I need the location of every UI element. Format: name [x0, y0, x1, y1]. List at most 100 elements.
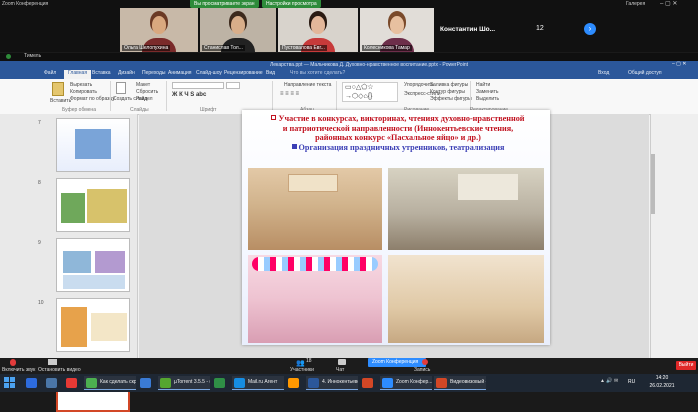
app-icon: [160, 378, 171, 388]
record-button[interactable]: Запись: [414, 367, 430, 373]
share-button[interactable]: Общий доступ: [628, 70, 662, 76]
group-label-font: Шрифт: [200, 107, 217, 113]
tab-insert[interactable]: Вставка: [92, 70, 111, 76]
zoom-meeting-title: Zoom Конференция: [2, 1, 49, 7]
taskbar-app[interactable]: [44, 376, 62, 390]
shapes-gallery[interactable]: ▭○△⬠☆ →⬡◇⌂{}: [342, 82, 398, 102]
camera-icon[interactable]: [48, 359, 57, 365]
layout-button[interactable]: Макет: [136, 82, 150, 88]
shape-outline-button[interactable]: Контур фигуры: [430, 89, 465, 95]
select-button[interactable]: Выделить: [476, 96, 499, 102]
participant-tile[interactable]: Колесникова Тамар: [360, 8, 434, 52]
tab-slideshow[interactable]: Слайд-шоу: [196, 70, 222, 76]
share-badge[interactable]: Вы просматриваете экран: [190, 0, 259, 8]
participants-icon[interactable]: 👥: [296, 359, 305, 367]
font-style-buttons[interactable]: Ж К Ч S abc: [172, 92, 206, 98]
current-slide[interactable]: Участие в конкурсах, викторинах, чтениях…: [242, 110, 550, 345]
paste-button[interactable]: Вставить: [50, 98, 71, 104]
participant-tile[interactable]: Ольга Шелопухина: [120, 8, 198, 52]
gallery-view-toggle[interactable]: Галерея: [626, 1, 645, 7]
unmute-button[interactable]: Включить звук: [2, 367, 35, 373]
slide-thumbnail[interactable]: [56, 298, 130, 352]
app-icon: [86, 378, 97, 388]
windows-start-icon[interactable]: [4, 377, 16, 389]
new-slide-icon[interactable]: [116, 82, 126, 94]
clock-date[interactable]: 26.02.2021: [646, 383, 678, 389]
language-indicator[interactable]: RU: [628, 379, 635, 385]
replace-button[interactable]: Заменить: [476, 89, 498, 95]
shape-fill-button[interactable]: Заливка фигуры: [430, 82, 468, 88]
copy-button[interactable]: Копировать: [70, 89, 97, 95]
thumb-image: [95, 251, 125, 273]
participant-tile-name-only[interactable]: Константин Шо...: [436, 8, 504, 52]
app-icon: [362, 378, 373, 388]
taskbar-app-label: Как сделать скрин...: [100, 379, 136, 385]
view-settings-badge[interactable]: Настройки просмотра: [262, 0, 321, 8]
thumb-image: [91, 313, 127, 341]
tab-design[interactable]: Дизайн: [118, 70, 135, 76]
format-painter-button[interactable]: Формат по образцу: [70, 96, 115, 102]
taskbar-app[interactable]: 4. Иннокентьевск...: [306, 376, 358, 390]
record-icon[interactable]: [422, 359, 428, 365]
tray-icons[interactable]: ▲ 🔊 ✉: [600, 378, 618, 384]
chat-icon[interactable]: [338, 359, 346, 365]
taskbar-app[interactable]: µTorrent 3.5.5 - (...: [158, 376, 210, 390]
taskbar-app[interactable]: [138, 376, 156, 390]
taskbar-app-label: 4. Иннокентьевск...: [322, 379, 358, 385]
taskbar-app[interactable]: [286, 376, 304, 390]
tab-file[interactable]: Файл: [44, 70, 56, 76]
participants-count: 18: [306, 358, 312, 364]
find-button[interactable]: Найти: [476, 82, 490, 88]
taskbar-app[interactable]: Как сделать скрин...: [84, 376, 136, 390]
paste-icon[interactable]: [52, 82, 64, 96]
tab-transitions[interactable]: Переходы: [142, 70, 165, 76]
tab-home[interactable]: Главная: [64, 70, 92, 79]
sign-in-link[interactable]: Вход: [598, 70, 609, 76]
taskbar-app[interactable]: [24, 376, 42, 390]
taskbar-app[interactable]: Видеовизовый - P...: [434, 376, 486, 390]
font-name-select[interactable]: [172, 82, 224, 89]
clock-time[interactable]: 14:20: [648, 375, 676, 381]
participant-tile[interactable]: Пустовалова Евг...: [278, 8, 358, 52]
font-size-select[interactable]: [226, 82, 240, 89]
active-window-label: Zoom Конференция: [372, 359, 419, 365]
taskbar-app[interactable]: [64, 376, 82, 390]
app-icon: [288, 378, 299, 388]
section-button[interactable]: Раздел: [136, 96, 153, 102]
app-icon: [46, 378, 57, 388]
mic-muted-icon[interactable]: [10, 359, 16, 366]
next-page-icon[interactable]: ›: [584, 23, 596, 35]
taskbar-app[interactable]: [212, 376, 230, 390]
photo-kids-balloons: [248, 255, 382, 343]
scrollbar-thumb[interactable]: [651, 154, 655, 214]
cut-button[interactable]: Вырезать: [70, 82, 92, 88]
slide-thumbnail[interactable]: [56, 118, 130, 172]
participants-button[interactable]: Участники: [290, 367, 314, 373]
taskbar-app[interactable]: [360, 376, 378, 390]
chat-button[interactable]: Чат: [336, 367, 344, 373]
taskbar-app[interactable]: Mail.ru Агент: [232, 376, 284, 390]
slide-text-block[interactable]: Участие в конкурсах, викторинах, чтениях…: [252, 114, 544, 152]
slide-number: 7: [38, 120, 41, 126]
tell-me-search[interactable]: Что вы хотите сделать?: [290, 70, 345, 76]
tab-animation[interactable]: Анимация: [168, 70, 191, 76]
app-icon: [140, 378, 151, 388]
taskbar-app[interactable]: Zoom Конфер...: [380, 376, 432, 390]
vertical-scrollbar[interactable]: [650, 114, 698, 359]
align-buttons[interactable]: ≡ ≡ ≡ ≡: [280, 91, 299, 97]
window-controls[interactable]: – ▢ ✕: [672, 61, 686, 67]
app-icon: [382, 378, 393, 388]
slide-line: районных конкурс «Пасхальное яйцо» и др.…: [315, 133, 481, 143]
participant-name: Константин Шо...: [440, 26, 496, 33]
tab-review[interactable]: Рецензирование: [224, 70, 263, 76]
tab-view[interactable]: Вид: [266, 70, 275, 76]
shape-effects-button[interactable]: Эффекты фигуры: [430, 96, 472, 102]
slide-thumbnail[interactable]: [56, 238, 130, 292]
stop-video-button[interactable]: Остановить видео: [38, 367, 81, 373]
window-controls[interactable]: – ▢ ✕: [660, 0, 677, 7]
leave-button[interactable]: Выйти: [676, 361, 696, 370]
slide-thumbnail[interactable]: [56, 178, 130, 232]
text-direction-button[interactable]: Направление текста: [284, 82, 331, 88]
reset-button[interactable]: Сбросить: [136, 89, 158, 95]
participant-tile[interactable]: Станислав Тол...: [200, 8, 276, 52]
